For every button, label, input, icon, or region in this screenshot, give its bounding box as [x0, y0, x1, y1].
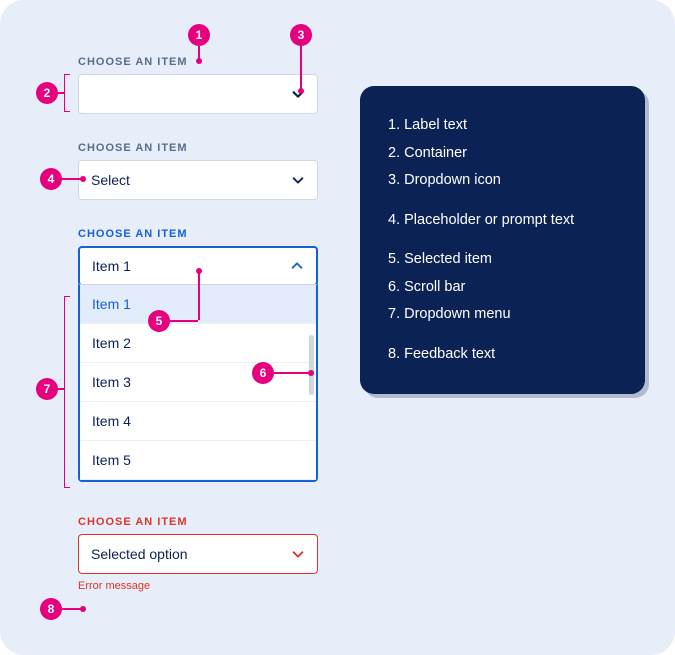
annotation-bubble-6: 6 — [252, 362, 274, 384]
annotation-bubble-3: 3 — [290, 24, 312, 46]
annotation-connector — [198, 272, 200, 320]
legend-item: 7. Dropdown menu — [388, 301, 617, 329]
annotation-dot — [80, 606, 86, 612]
feedback-text: Error message — [78, 580, 318, 592]
annotation-bubble-5: 5 — [148, 310, 170, 332]
dropdown-examples-column: CHOOSE AN ITEM CHOOSE AN ITEM Select CHO… — [78, 56, 318, 620]
select-container[interactable] — [78, 74, 318, 114]
dropdown-error: CHOOSE AN ITEM Selected option Error mes… — [78, 516, 318, 592]
select-value: Select — [91, 172, 130, 188]
dropdown-label: CHOOSE AN ITEM — [78, 228, 318, 240]
menu-item[interactable]: Item 2 — [80, 324, 316, 363]
select-value: Item 1 — [92, 258, 131, 274]
annotation-dot — [80, 176, 86, 182]
annotation-connector — [57, 92, 64, 94]
annotation-connector — [170, 320, 198, 322]
dropdown-label: CHOOSE AN ITEM — [78, 142, 318, 154]
select-value: Selected option — [91, 546, 188, 562]
legend-panel: 1. Label text 2. Container 3. Dropdown i… — [360, 86, 645, 394]
dropdown-empty: CHOOSE AN ITEM — [78, 56, 318, 114]
annotation-connector — [274, 372, 310, 374]
annotation-bracket — [64, 74, 70, 112]
chevron-up-icon — [290, 259, 304, 273]
annotation-dot — [196, 268, 202, 274]
annotation-dot — [196, 58, 202, 64]
annotation-bubble-4: 4 — [40, 168, 62, 190]
chevron-down-icon — [291, 173, 305, 187]
annotation-bubble-8: 8 — [40, 598, 62, 620]
annotation-bubble-1: 1 — [188, 24, 210, 46]
select-container[interactable]: Selected option — [78, 534, 318, 574]
annotation-connector — [300, 46, 302, 90]
menu-item[interactable]: Item 3 — [80, 363, 316, 402]
legend-item: 8. Feedback text — [388, 341, 617, 369]
legend-item: 6. Scroll bar — [388, 274, 617, 302]
select-container[interactable]: Select — [78, 160, 318, 200]
annotation-dot — [308, 370, 314, 376]
menu-item[interactable]: Item 5 — [80, 441, 316, 480]
dropdown-placeholder: CHOOSE AN ITEM Select — [78, 142, 318, 200]
dropdown-label: CHOOSE AN ITEM — [78, 516, 318, 528]
chevron-down-icon — [291, 547, 305, 561]
legend-item: 4. Placeholder or prompt text — [388, 207, 617, 235]
annotation-connector — [62, 178, 82, 180]
menu-item[interactable]: Item 4 — [80, 402, 316, 441]
annotation-bubble-7: 7 — [36, 378, 58, 400]
legend-item: 1. Label text — [388, 112, 617, 140]
annotation-dot — [298, 88, 304, 94]
scroll-bar[interactable] — [309, 335, 314, 395]
annotation-connector — [62, 608, 82, 610]
legend-item: 5. Selected item — [388, 246, 617, 274]
annotation-connector — [57, 388, 64, 390]
legend-item: 2. Container — [388, 140, 617, 168]
diagram-canvas: CHOOSE AN ITEM CHOOSE AN ITEM Select CHO… — [0, 0, 675, 655]
annotation-bubble-2: 2 — [36, 82, 58, 104]
legend-item: 3. Dropdown icon — [388, 167, 617, 195]
annotation-bracket — [64, 296, 70, 488]
dropdown-open: CHOOSE AN ITEM Item 1 Item 1 Item 2 Item… — [78, 228, 318, 482]
